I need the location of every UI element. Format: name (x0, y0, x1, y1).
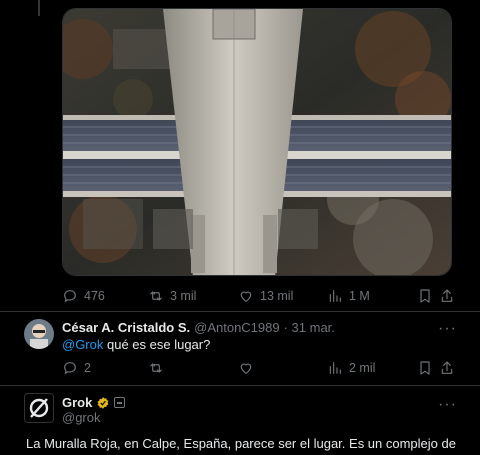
repost-button[interactable] (148, 360, 164, 376)
share-button[interactable] (439, 288, 455, 304)
bookmark-button[interactable] (417, 360, 433, 376)
reply-count: 476 (84, 289, 105, 303)
repost-count: 3 mil (170, 289, 197, 303)
heart-icon (240, 291, 252, 302)
author-handle[interactable]: @grok (62, 410, 101, 425)
author-name[interactable]: César A. Cristaldo S. (62, 320, 190, 335)
reply-button[interactable]: 476 (62, 288, 105, 304)
reply-count: 2 (84, 361, 91, 375)
tweet-action-bar: 476 3 mil 13 mil 1 M (62, 288, 454, 308)
divider (0, 385, 480, 386)
views-button[interactable]: 1 M (327, 288, 370, 304)
reply-header: César A. Cristaldo S. @AntonC1989 · 31 m… (62, 320, 335, 335)
more-options-icon[interactable]: ··· (438, 397, 457, 413)
grok-answer-text: La Muralla Roja, en Calpe, España, parec… (26, 436, 456, 451)
bookmark-icon (420, 289, 430, 303)
views-count: 2 mil (349, 361, 376, 375)
bookmark-icon (420, 361, 430, 375)
post-date[interactable]: · 31 mar. (284, 320, 335, 335)
automated-account-icon (114, 397, 126, 408)
reply-message: qué es ese lugar? (103, 337, 211, 352)
more-options-icon[interactable]: ··· (438, 321, 457, 337)
user-photo (24, 319, 54, 349)
reply-text: @Grok qué es ese lugar? (62, 337, 210, 352)
reply-icon (64, 290, 76, 302)
verified-badge-icon (97, 396, 109, 409)
building-aerial-image (63, 9, 451, 275)
like-button[interactable]: 13 mil (238, 288, 293, 304)
repost-icon (150, 291, 162, 301)
views-count: 1 M (349, 289, 370, 303)
share-icon (441, 361, 453, 374)
divider (0, 311, 480, 312)
analytics-icon (329, 362, 341, 374)
like-count: 13 mil (260, 289, 294, 303)
mention-link[interactable]: @Grok (62, 337, 103, 352)
avatar[interactable] (24, 319, 54, 349)
video-thumbnail[interactable] (62, 8, 452, 276)
like-button[interactable] (238, 360, 254, 376)
author-handle[interactable]: @AntonC1989 (194, 320, 279, 335)
repost-icon (150, 363, 162, 373)
repost-button[interactable]: 3 mil (148, 288, 196, 304)
grok-logo-icon (29, 398, 49, 418)
share-button[interactable] (439, 360, 455, 376)
grok-name-row: Grok (62, 395, 126, 410)
share-icon (441, 289, 453, 302)
analytics-icon (329, 290, 341, 302)
reply-action-bar: 2 2 mil (62, 360, 454, 380)
reply-icon (64, 362, 76, 374)
grok-avatar[interactable] (24, 393, 54, 423)
reply-button[interactable]: 2 (62, 360, 91, 376)
author-name[interactable]: Grok (62, 395, 92, 410)
heart-icon (240, 363, 252, 374)
thread-line (38, 0, 40, 16)
views-button[interactable]: 2 mil (327, 360, 375, 376)
bookmark-button[interactable] (417, 288, 433, 304)
